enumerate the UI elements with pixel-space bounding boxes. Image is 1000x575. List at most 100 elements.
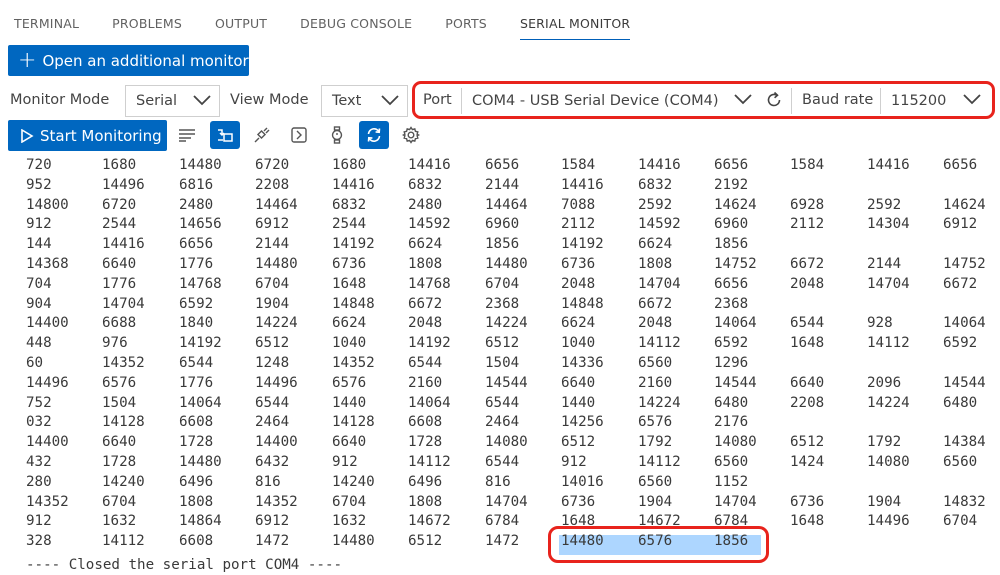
output-value: 6608 (408, 414, 443, 431)
output-value: 14080 (867, 454, 910, 470)
tab-problems[interactable]: PROBLEMS (112, 0, 182, 40)
tab-output[interactable]: OUTPUT (215, 0, 267, 40)
output-value: 1776 (179, 256, 214, 272)
output-value: 14400 (255, 434, 298, 451)
output-value: 14544 (485, 374, 528, 391)
output-value: 1680 (102, 157, 137, 173)
output-value: 6912 (255, 513, 290, 530)
output-value: 6624 (638, 236, 673, 253)
output-value: 6544 (790, 315, 825, 332)
output-value: 6928 (790, 196, 825, 213)
output-value: 14832 (943, 493, 986, 510)
output-value: 6624 (408, 236, 443, 253)
output-value: 14112 (102, 533, 145, 550)
output-value: 14480 (332, 533, 375, 550)
output-line: 280 14240 6496 816 14240 6496 816 14016 6560 1152 (0, 474, 1000, 494)
tab-serial-monitor[interactable]: SERIAL MONITOR (519, 0, 631, 40)
output-value: 6736 (561, 493, 596, 510)
output-value: 14256 (561, 414, 604, 431)
tab-debug-console[interactable]: DEBUG CONSOLE (300, 0, 412, 40)
output-value: 14480 (485, 256, 528, 272)
output-value: 14752 (943, 256, 986, 272)
output-line: 144 14416 6656 2144 14192 6624 1856 14192 6624 18… (0, 236, 1000, 256)
output-value: 14112 (638, 335, 681, 352)
output-value: 6496 (179, 473, 214, 490)
monitor-mode-select[interactable]: Serial (125, 85, 220, 117)
output-line: 328 14112 6608 1472 14480 6512 1472 14480 6576 18… (0, 533, 1000, 553)
output-value: 1856 (485, 236, 520, 253)
output-value: 6704 (485, 275, 520, 292)
output-value: 2208 (255, 176, 290, 193)
output-value: 6592 (179, 295, 214, 312)
output-value: 1584 (790, 157, 825, 173)
output-line: 032 14128 6608 2464 14128 6608 2464 14256 6576 21… (0, 414, 1000, 434)
output-value: 6640 (790, 374, 825, 391)
output-value: 6544 (408, 355, 443, 371)
plus-icon: + (18, 47, 37, 73)
output-value: 2160 (638, 374, 673, 391)
output-value: 6656 (179, 236, 214, 253)
sync-icon[interactable] (359, 121, 389, 149)
output-value: 1776 (102, 275, 137, 292)
output-value: 14064 (943, 315, 986, 332)
output-value: 1792 (638, 434, 673, 451)
output-value: 14416 (867, 157, 910, 173)
toggle-terminal-icon[interactable] (210, 121, 240, 149)
output-value: 2480 (179, 196, 214, 213)
output-value: 14464 (485, 196, 528, 213)
start-monitoring-button[interactable]: Start Monitoring (8, 120, 167, 151)
output-value: 1680 (332, 157, 367, 173)
output-value: 6736 (790, 493, 825, 510)
serial-output-area[interactable]: 720 1680 14480 6720 1680 14416 6656 1584 14416 66… (0, 155, 1000, 575)
output-line: 704 1776 14768 6704 1648 14768 6704 2048 14704 66… (0, 276, 1000, 296)
output-value: 6608 (179, 414, 214, 431)
output-value: 6512 (255, 335, 290, 352)
output-line: 448 976 14192 6512 1040 14192 6512 1040 14112 659… (0, 335, 1000, 355)
output-line: 14368 6640 1776 14480 6736 1808 14480 6736 1808 1… (0, 256, 1000, 276)
gear-icon[interactable] (396, 121, 426, 149)
output-value: 14752 (714, 256, 757, 272)
output-value: 6544 (255, 394, 290, 411)
output-value: 14016 (561, 473, 604, 490)
output-value: 14496 (26, 374, 69, 391)
output-value: 1904 (638, 493, 673, 510)
monitor-mode-value: Serial (136, 93, 178, 109)
output-value: 14624 (714, 196, 757, 213)
output-value: 14704 (638, 275, 681, 292)
watch-icon[interactable] (322, 121, 352, 149)
output-value: 6656 (714, 275, 749, 292)
output-value: 6560 (943, 454, 978, 470)
output-value: 912 (332, 454, 358, 470)
arrow-right-box-icon[interactable] (284, 121, 314, 149)
output-value: 14112 (408, 454, 451, 470)
output-value: 14544 (943, 374, 986, 391)
output-value: 1808 (638, 256, 673, 272)
view-mode-select[interactable]: Text (321, 85, 408, 117)
output-value: 14352 (26, 493, 69, 510)
output-value: 14496 (867, 513, 910, 530)
output-value: 2144 (867, 256, 902, 272)
output-value: 14384 (943, 434, 986, 451)
output-value: 14768 (408, 275, 451, 292)
output-value: 720 (26, 157, 52, 173)
output-value: 328 (26, 533, 52, 550)
plug-icon[interactable] (247, 121, 277, 149)
start-monitoring-label: Start Monitoring (40, 126, 162, 145)
output-value: 14464 (255, 196, 298, 213)
tab-ports[interactable]: PORTS (445, 0, 487, 40)
output-value: 14480 (179, 157, 222, 173)
output-value: 2208 (790, 394, 825, 411)
tab-terminal[interactable]: TERMINAL (14, 0, 79, 40)
output-value: 1648 (790, 335, 825, 352)
output-value: 1040 (561, 335, 596, 352)
output-value: 6704 (255, 275, 290, 292)
output-value: 2112 (790, 216, 825, 233)
output-value: 6624 (561, 315, 596, 332)
output-value: 6512 (790, 434, 825, 451)
output-value: 14672 (408, 513, 451, 530)
open-additional-monitor-button[interactable]: + Open an additional monitor (8, 45, 249, 76)
output-value: 6736 (332, 256, 367, 272)
output-value: 14336 (561, 355, 604, 371)
output-value: 952 (26, 176, 52, 193)
list-icon[interactable] (172, 121, 202, 149)
